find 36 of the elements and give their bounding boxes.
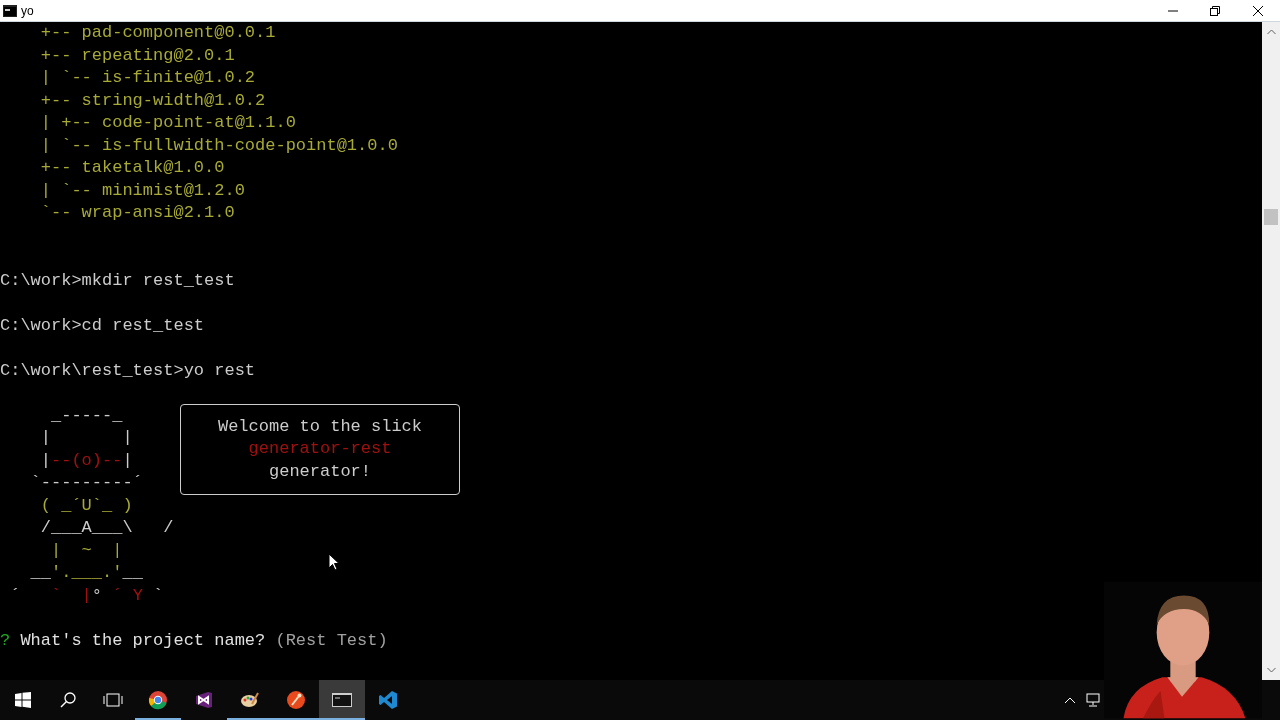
ascii-art-drawing: _-----_ | | |--(o)--| `---------´ ( _´U`_ ) /___A___\ / | ~ | __'.___.'__ ´ ` |° ´ Y ` bbox=[9, 404, 175, 607]
console-icon bbox=[3, 4, 17, 17]
terminal-line: +-- string-width@1.0.2 bbox=[39, 90, 266, 110]
terminal-line: C:\work>mkdir rest_test bbox=[0, 270, 235, 290]
window-title: yo bbox=[21, 2, 34, 20]
close-icon bbox=[1253, 5, 1263, 16]
search-icon[interactable] bbox=[60, 692, 76, 708]
infinity-icon bbox=[194, 690, 214, 710]
scrollbar-thumb[interactable] bbox=[1264, 209, 1278, 225]
palette-icon bbox=[240, 690, 260, 710]
taskbar-app-button[interactable] bbox=[319, 680, 365, 720]
wrench-icon bbox=[286, 690, 306, 710]
terminal-line: | +-- code-point-at@1.1.0 bbox=[39, 113, 296, 132]
terminal-line: +-- taketalk@1.0.0 bbox=[39, 158, 225, 177]
windows-start-icon[interactable] bbox=[14, 692, 31, 708]
restore-icon bbox=[1210, 5, 1220, 16]
terminal-line: `-- wrap-ansi@2.1.0 bbox=[39, 203, 235, 222]
code-editor-icon bbox=[378, 690, 398, 710]
mouse-pointer-icon bbox=[328, 553, 340, 571]
terminal-line: | `-- is-fullwidth-code-point@1.0.0 bbox=[39, 135, 398, 155]
chevron-up-icon[interactable] bbox=[1064, 696, 1076, 704]
terminal-line: C:\work\rest_test>yo rest bbox=[0, 360, 256, 380]
chrome-icon bbox=[148, 690, 168, 710]
prompt-line: ? What's the project name? (Rest Test) bbox=[0, 630, 388, 650]
network-icon[interactable] bbox=[1086, 693, 1100, 707]
scrollbar[interactable] bbox=[1262, 22, 1280, 680]
terminal-line: +-- repeating@2.0.1 bbox=[39, 45, 235, 65]
terminal-line: | `-- minimist@1.2.0 bbox=[39, 180, 245, 200]
console-icon bbox=[332, 690, 352, 710]
welcome-text: generator-rest bbox=[248, 438, 392, 460]
task-view-icon[interactable] bbox=[103, 693, 123, 707]
welcome-text: generator! bbox=[269, 460, 371, 483]
terminal-line: C:\work>cd rest_test bbox=[0, 315, 205, 335]
terminal-line: +-- pad-component@0.0.1 bbox=[39, 23, 276, 42]
welcome-text: Welcome to the slick bbox=[217, 415, 422, 438]
terminal-line: | `-- is-finite@1.0.2 bbox=[39, 68, 256, 87]
